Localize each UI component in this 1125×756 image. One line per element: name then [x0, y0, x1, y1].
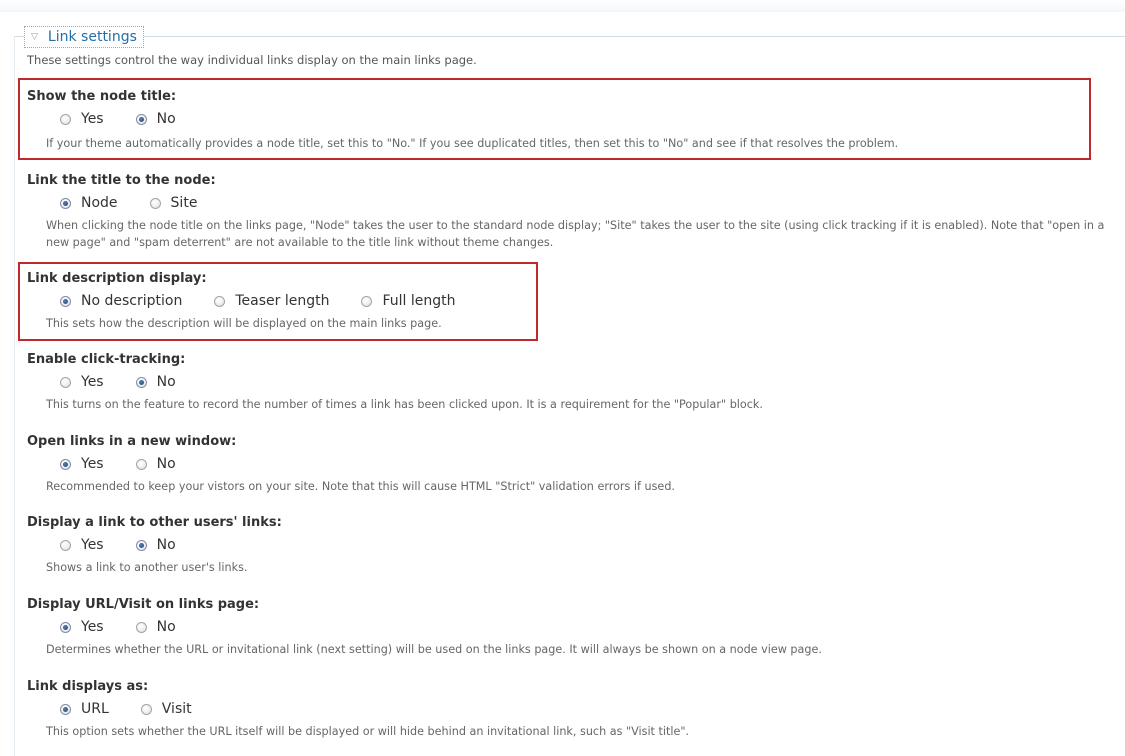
radio-button[interactable] — [135, 376, 147, 388]
radio-button[interactable] — [60, 703, 71, 715]
radio-button[interactable] — [135, 621, 147, 633]
setting-open-links-new-window: Open links in a new window: Yes No Recom… — [0, 434, 1125, 502]
radio-label: Yes — [81, 374, 104, 390]
setting-description: When clicking the node title on the link… — [46, 219, 1105, 249]
setting-label: Display URL/Visit on links page: — [27, 597, 260, 612]
setting-label: Open links in a new window: — [27, 434, 237, 449]
setting-link-title-to-node: Link the title to the node: Node Site Wh… — [0, 173, 1125, 253]
radio-label: No — [156, 537, 176, 553]
setting-description: Shows a link to another user's links. — [46, 561, 248, 574]
radio-option[interactable]: Visit — [140, 701, 192, 717]
radio-label: Yes — [81, 456, 104, 472]
radio-option[interactable]: Yes — [60, 537, 104, 553]
radio-label: URL — [81, 701, 109, 717]
radio-button[interactable] — [135, 458, 147, 470]
radio-group: Node Site — [60, 195, 229, 211]
radio-option[interactable]: No — [135, 619, 176, 635]
radio-option[interactable]: Yes — [60, 374, 104, 390]
setting-display-other-users-links: Display a link to other users' links: Ye… — [0, 515, 1125, 583]
setting-description: This turns on the feature to record the … — [46, 398, 763, 411]
radio-button[interactable] — [60, 621, 71, 633]
radio-label: Site — [170, 195, 198, 211]
fieldset-border — [14, 36, 1125, 37]
highlight-box-description-display — [18, 262, 538, 341]
setting-label: Enable click-tracking: — [27, 352, 186, 367]
setting-label: Link displays as: — [27, 679, 149, 694]
setting-display-url-visit: Display URL/Visit on links page: Yes No … — [0, 597, 1125, 665]
radio-group: Yes No — [60, 456, 208, 472]
setting-link-displays-as: Link displays as: URL Visit This option … — [0, 679, 1125, 747]
radio-label: No — [156, 619, 176, 635]
setting-description: Recommended to keep your vistors on your… — [46, 480, 675, 493]
link-settings-page: ▽ Link settings These settings control t… — [0, 0, 1125, 756]
radio-option[interactable]: Node — [60, 195, 118, 211]
radio-group: Yes No — [60, 619, 208, 635]
radio-label: Visit — [161, 701, 192, 717]
radio-group: Yes No — [60, 537, 208, 553]
setting-description: Determines whether the URL or invitation… — [46, 643, 822, 656]
radio-label: Node — [81, 195, 118, 211]
radio-option[interactable]: Site — [149, 195, 198, 211]
radio-label: No — [156, 374, 176, 390]
radio-button[interactable] — [135, 539, 147, 551]
setting-label: Link the title to the node: — [27, 173, 216, 188]
radio-option[interactable]: No — [135, 374, 176, 390]
highlight-box-node-title — [18, 78, 1091, 160]
top-band — [0, 0, 1125, 12]
radio-button[interactable] — [140, 703, 152, 715]
radio-option[interactable]: No — [135, 537, 176, 553]
radio-label: No — [156, 456, 176, 472]
radio-option[interactable]: Yes — [60, 619, 104, 635]
triangle-down-icon: ▽ — [31, 32, 38, 42]
radio-group: Yes No — [60, 374, 208, 390]
radio-button[interactable] — [60, 539, 71, 551]
fieldset-intro: These settings control the way individua… — [27, 53, 477, 67]
setting-enable-click-tracking: Enable click-tracking: Yes No This turns… — [0, 352, 1125, 420]
radio-option[interactable]: Yes — [60, 456, 104, 472]
radio-group: URL Visit — [60, 701, 224, 717]
fieldset-legend-toggle[interactable]: ▽ Link settings — [24, 26, 144, 48]
radio-option[interactable]: URL — [60, 701, 109, 717]
radio-button[interactable] — [149, 197, 161, 209]
radio-button[interactable] — [60, 376, 71, 388]
radio-label: Yes — [81, 537, 104, 553]
radio-button[interactable] — [60, 458, 71, 470]
radio-label: Yes — [81, 619, 104, 635]
setting-description: This option sets whether the URL itself … — [46, 725, 690, 738]
radio-option[interactable]: No — [135, 456, 176, 472]
setting-label: Display a link to other users' links: — [27, 515, 282, 530]
radio-button[interactable] — [60, 197, 71, 209]
fieldset-legend-label: Link settings — [47, 29, 137, 45]
